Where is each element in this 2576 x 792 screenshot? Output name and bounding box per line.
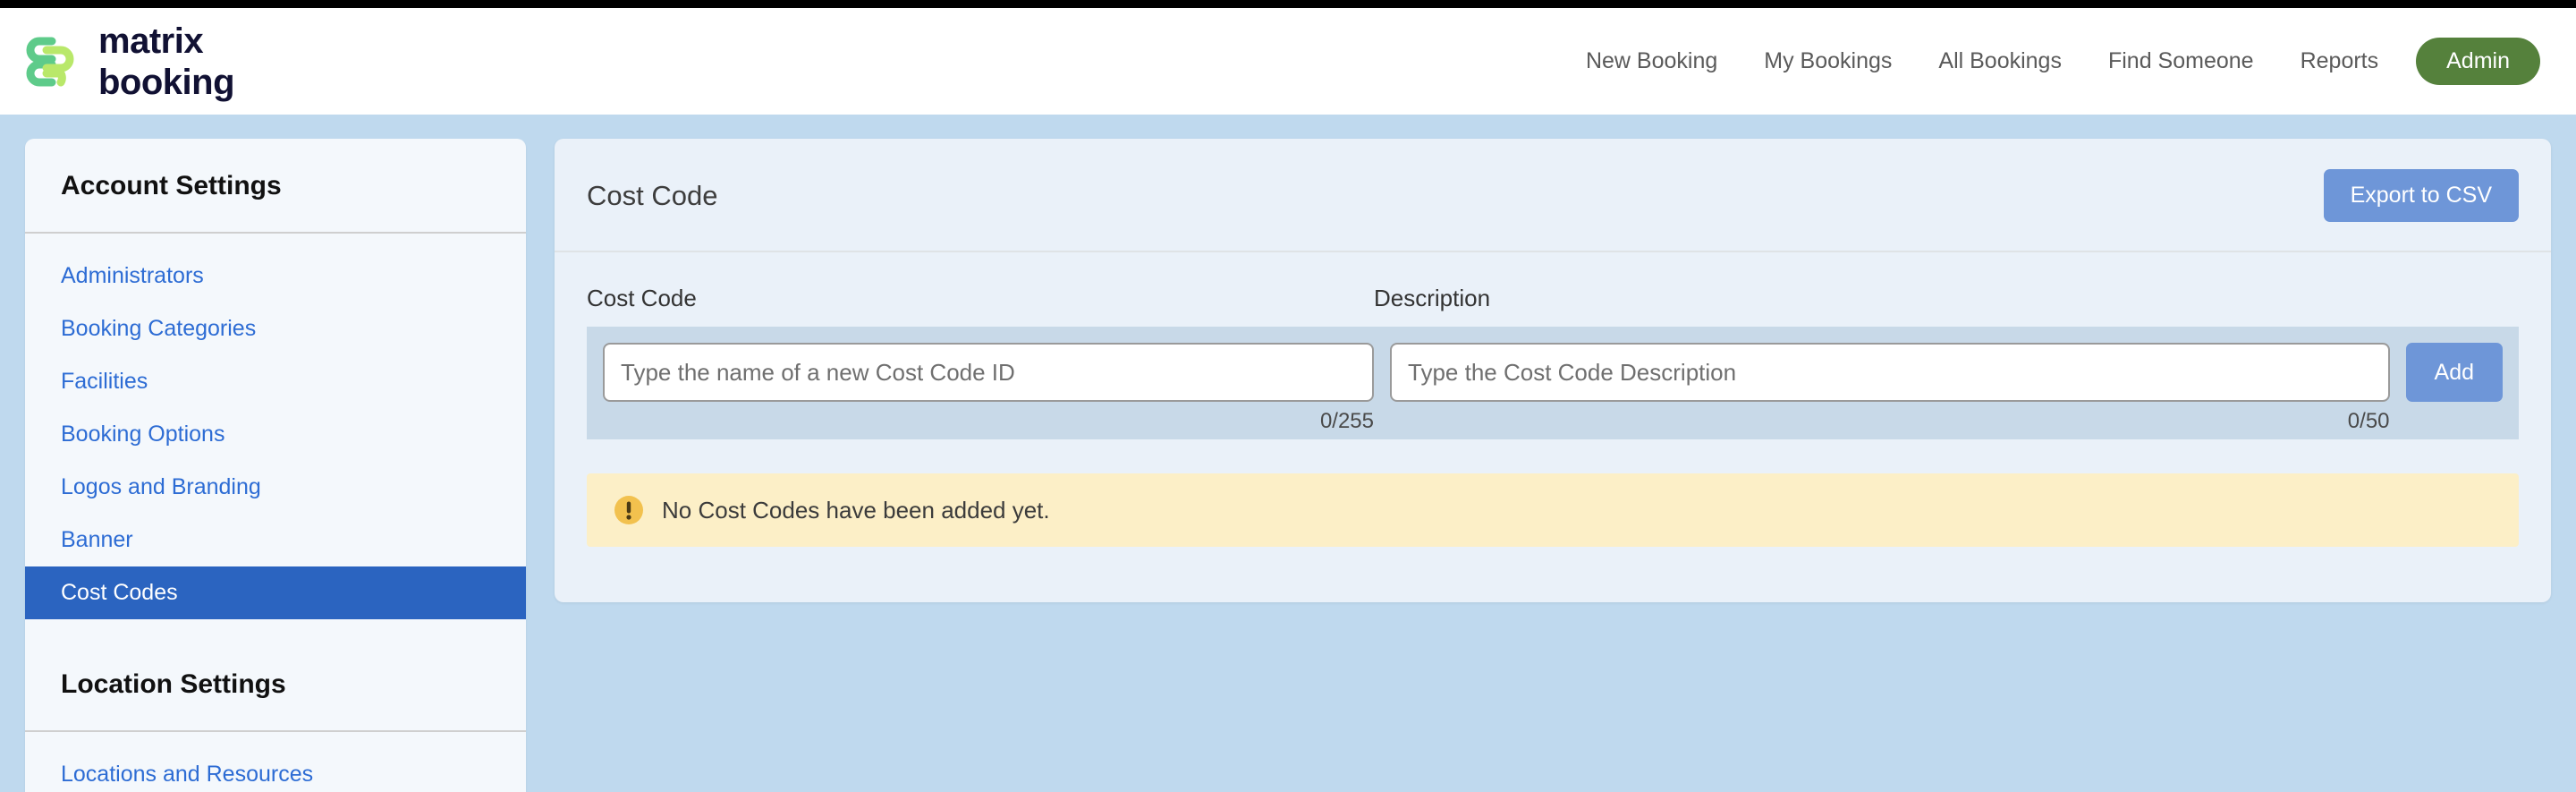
add-cost-code-form: 0/255 0/50 Add xyxy=(587,327,2519,439)
empty-state-message: No Cost Codes have been added yet. xyxy=(662,497,1050,524)
exclamation-circle-icon xyxy=(614,495,644,525)
warning-wrapper: No Cost Codes have been added yet. xyxy=(555,439,2551,602)
export-to-csv-button[interactable]: Export to CSV xyxy=(2324,169,2519,222)
page-body: Account Settings Administrators Booking … xyxy=(0,115,2576,792)
sidebar-item-cost-codes[interactable]: Cost Codes xyxy=(25,566,526,619)
primary-nav: New Booking My Bookings All Bookings Fin… xyxy=(1563,38,2540,85)
brand-logo[interactable]: matrix booking xyxy=(25,23,234,100)
description-char-counter: 0/50 xyxy=(1390,409,2390,434)
sidebar-spacer xyxy=(25,619,526,637)
empty-state-warning: No Cost Codes have been added yet. xyxy=(587,473,2519,547)
sidebar-item-administrators[interactable]: Administrators xyxy=(25,250,526,302)
sidebar-heading-location-settings: Location Settings xyxy=(25,637,526,730)
nav-item-reports[interactable]: Reports xyxy=(2277,48,2402,74)
brand-line-1: matrix xyxy=(98,23,234,59)
sidebar-item-booking-options[interactable]: Booking Options xyxy=(25,408,526,461)
top-black-strip xyxy=(0,0,2576,8)
nav-item-new-booking[interactable]: New Booking xyxy=(1563,48,1741,74)
page-title: Cost Code xyxy=(587,180,717,212)
nav-item-all-bookings[interactable]: All Bookings xyxy=(1915,48,2085,74)
description-field-group: 0/50 xyxy=(1390,343,2390,434)
sidebar-location-list: Locations and Resources xyxy=(25,732,526,792)
cost-code-input[interactable] xyxy=(603,343,1374,402)
matrix-booking-logo-mark xyxy=(25,36,80,88)
add-button[interactable]: Add xyxy=(2406,343,2503,402)
sidebar-heading-account-settings: Account Settings xyxy=(25,139,526,232)
panel-header: Cost Code Export to CSV xyxy=(555,139,2551,252)
sidebar-item-logos-and-branding[interactable]: Logos and Branding xyxy=(25,461,526,514)
sidebar-item-banner[interactable]: Banner xyxy=(25,514,526,566)
cost-code-field-group: 0/255 xyxy=(603,343,1374,434)
cost-code-char-counter: 0/255 xyxy=(603,409,1374,434)
settings-sidebar: Account Settings Administrators Booking … xyxy=(25,139,526,792)
description-input[interactable] xyxy=(1390,343,2390,402)
label-description: Description xyxy=(1374,285,2519,312)
label-cost-code: Cost Code xyxy=(587,285,1374,312)
form-labels-row: Cost Code Description xyxy=(587,252,2519,327)
sidebar-item-booking-categories[interactable]: Booking Categories xyxy=(25,302,526,355)
nav-item-find-someone[interactable]: Find Someone xyxy=(2085,48,2277,74)
sidebar-item-locations-and-resources[interactable]: Locations and Resources xyxy=(25,748,526,792)
nav-item-my-bookings[interactable]: My Bookings xyxy=(1741,48,1915,74)
brand-line-2: booking xyxy=(98,64,234,100)
app-page: matrix booking New Booking My Bookings A… xyxy=(0,0,2576,792)
cost-code-panel: Cost Code Export to CSV Cost Code Descri… xyxy=(555,139,2551,602)
sidebar-account-list: Administrators Booking Categories Facili… xyxy=(25,234,526,619)
brand-wordmark: matrix booking xyxy=(98,23,234,100)
site-header: matrix booking New Booking My Bookings A… xyxy=(0,8,2576,115)
admin-button[interactable]: Admin xyxy=(2416,38,2540,85)
sidebar-item-facilities[interactable]: Facilities xyxy=(25,355,526,408)
